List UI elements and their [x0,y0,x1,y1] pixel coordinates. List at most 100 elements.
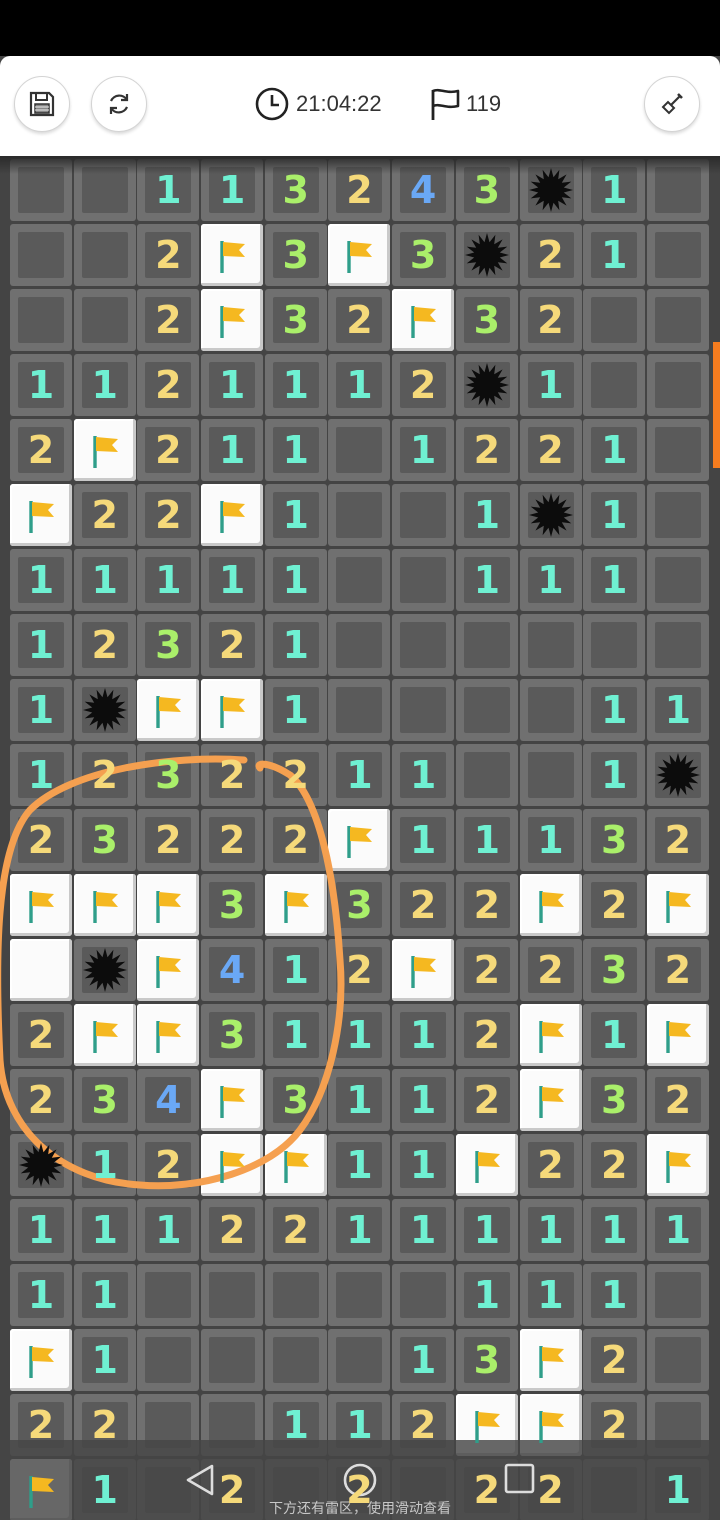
flagged-cell[interactable] [137,874,200,936]
number-cell[interactable]: 1 [392,419,455,481]
covered-cell[interactable] [583,354,646,416]
flagged-cell[interactable] [519,874,582,936]
number-cell[interactable]: 1 [392,1134,455,1196]
number-cell[interactable]: 1 [73,354,136,416]
number-cell[interactable]: 1 [264,679,327,741]
covered-cell[interactable] [73,289,136,351]
covered-cell[interactable] [646,289,709,351]
covered-cell[interactable] [201,1264,264,1326]
flagged-cell[interactable] [392,289,455,351]
covered-cell[interactable] [646,614,709,676]
covered-cell[interactable] [646,549,709,611]
number-cell[interactable]: 1 [10,614,72,676]
number-cell[interactable]: 1 [137,1199,200,1261]
number-cell[interactable]: 2 [73,744,136,806]
empty-cell[interactable] [455,744,518,806]
scrollbar-thumb[interactable] [713,342,720,468]
flagged-cell[interactable] [10,484,72,546]
flagged-cell[interactable] [201,289,264,351]
number-cell[interactable]: 2 [646,939,709,1001]
number-cell[interactable]: 1 [583,744,646,806]
flagged-cell[interactable] [137,1004,200,1066]
number-cell[interactable]: 2 [137,1134,200,1196]
covered-cell[interactable] [646,484,709,546]
flagged-cell[interactable] [328,224,391,286]
number-cell[interactable]: 1 [328,1199,391,1261]
number-cell[interactable]: 1 [455,484,518,546]
flagged-cell[interactable] [10,874,72,936]
number-cell[interactable]: 3 [73,1069,136,1131]
number-cell[interactable]: 1 [73,1134,136,1196]
number-cell[interactable]: 1 [73,549,136,611]
number-cell[interactable]: 2 [328,289,391,351]
number-cell[interactable]: 1 [137,549,200,611]
number-cell[interactable]: 1 [455,549,518,611]
number-cell[interactable]: 1 [392,809,455,871]
number-cell[interactable]: 1 [519,549,582,611]
flagged-cell[interactable] [519,1004,582,1066]
number-cell[interactable]: 1 [201,549,264,611]
number-cell[interactable]: 1 [519,354,582,416]
number-cell[interactable]: 1 [583,224,646,286]
number-cell[interactable]: 1 [392,1004,455,1066]
number-cell[interactable]: 2 [646,1069,709,1131]
number-cell[interactable]: 1 [73,1199,136,1261]
number-cell[interactable]: 2 [455,874,518,936]
empty-cell[interactable] [519,614,582,676]
number-cell[interactable]: 1 [455,1199,518,1261]
number-cell[interactable]: 2 [392,874,455,936]
number-cell[interactable]: 1 [583,1199,646,1261]
covered-cell[interactable] [646,224,709,286]
number-cell[interactable]: 1 [455,809,518,871]
empty-cell[interactable] [328,549,391,611]
number-cell[interactable]: 1 [201,419,264,481]
number-cell[interactable]: 2 [583,1134,646,1196]
number-cell[interactable]: 1 [392,1199,455,1261]
number-cell[interactable]: 2 [328,939,391,1001]
empty-cell[interactable] [328,419,391,481]
empty-cell[interactable] [392,614,455,676]
number-cell[interactable]: 2 [519,419,582,481]
recent-apps-button[interactable] [503,1462,537,1501]
number-cell[interactable]: 2 [10,1069,72,1131]
number-cell[interactable]: 1 [583,679,646,741]
number-cell[interactable]: 2 [455,419,518,481]
flagged-cell[interactable] [646,1134,709,1196]
number-cell[interactable]: 3 [392,224,455,286]
number-cell[interactable]: 1 [10,354,72,416]
flagged-cell[interactable] [137,679,200,741]
number-cell[interactable]: 2 [10,809,72,871]
empty-cell[interactable] [583,614,646,676]
number-cell[interactable]: 1 [10,1199,72,1261]
covered-cell[interactable] [328,1329,391,1391]
empty-cell[interactable] [392,549,455,611]
flagged-cell[interactable] [73,419,136,481]
flagged-cell[interactable] [201,1134,264,1196]
number-cell[interactable]: 2 [583,1329,646,1391]
empty-cell[interactable] [392,679,455,741]
raised-cell[interactable] [10,939,72,1001]
mine-cell[interactable] [646,744,709,806]
number-cell[interactable]: 3 [201,874,264,936]
number-cell[interactable]: 1 [201,354,264,416]
number-cell[interactable]: 3 [328,874,391,936]
empty-cell[interactable] [328,614,391,676]
empty-cell[interactable] [328,484,391,546]
flagged-cell[interactable] [264,1134,327,1196]
mine-cell[interactable] [455,354,518,416]
covered-cell[interactable] [328,1264,391,1326]
number-cell[interactable]: 2 [137,809,200,871]
number-cell[interactable]: 1 [328,1134,391,1196]
flagged-cell[interactable] [201,1069,264,1131]
flagged-cell[interactable] [455,1134,518,1196]
number-cell[interactable]: 2 [519,939,582,1001]
number-cell[interactable]: 4 [201,939,264,1001]
mine-cell[interactable] [73,679,136,741]
flagged-cell[interactable] [264,874,327,936]
number-cell[interactable]: 1 [519,1199,582,1261]
flagged-cell[interactable] [73,1004,136,1066]
number-cell[interactable]: 1 [264,354,327,416]
covered-cell[interactable] [646,1264,709,1326]
flagged-cell[interactable] [519,1069,582,1131]
mine-cell[interactable] [73,939,136,1001]
